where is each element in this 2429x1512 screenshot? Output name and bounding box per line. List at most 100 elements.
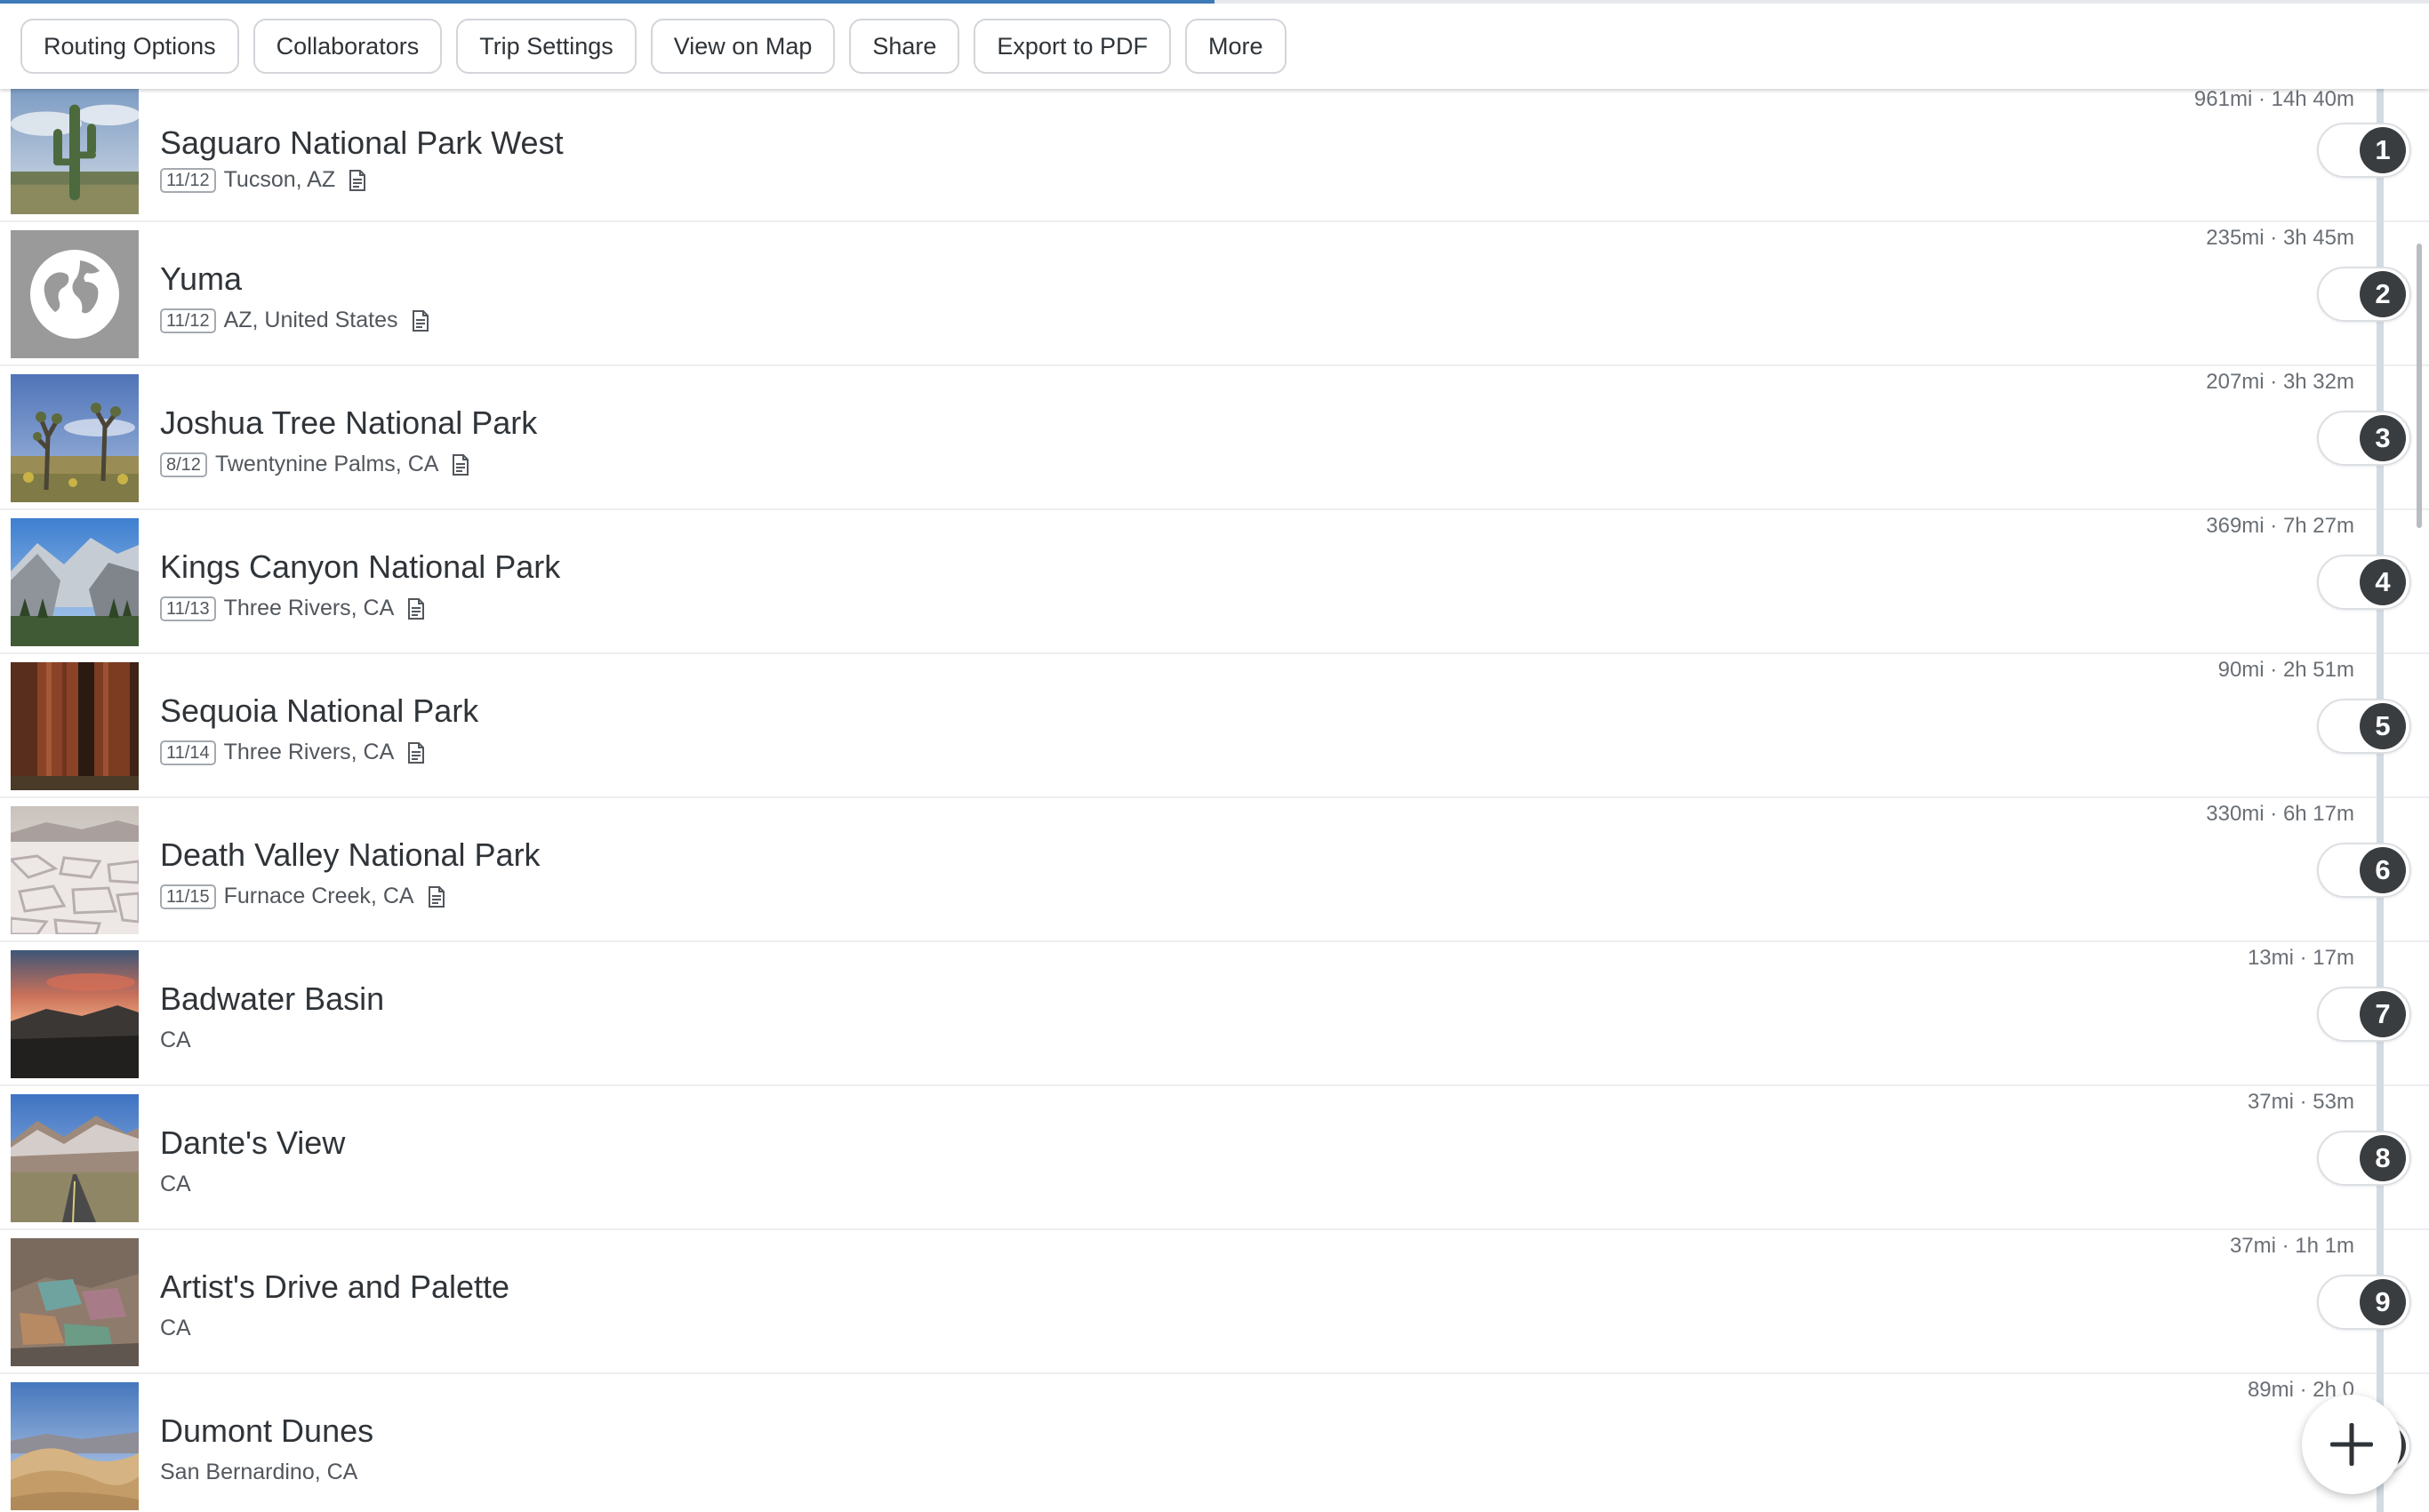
stop-number-badge: 6 bbox=[2360, 847, 2406, 893]
stop-list: Saguaro National Park West 11/12 Tucson, A… bbox=[0, 87, 2429, 1512]
stop-row[interactable]: Dante's View CA 37mi · 53m 8 bbox=[0, 1086, 2429, 1230]
stop-location: Three Rivers, CA bbox=[223, 596, 395, 620]
leg-distance: 37mi · 1h 1m bbox=[2229, 1234, 2354, 1258]
stop-location: Twentynine Palms, CA bbox=[214, 452, 439, 476]
view-on-map-button[interactable]: View on Map bbox=[650, 19, 836, 74]
stop-row[interactable]: Joshua Tree National Park 8/12 Twentynine … bbox=[0, 366, 2429, 510]
stop-photo bbox=[11, 1382, 139, 1510]
stop-meta: 11/12 Tucson, AZ bbox=[160, 167, 366, 193]
stop-row[interactable]: Yuma 11/12 AZ, United States 235mi · 3h 45… bbox=[0, 222, 2429, 366]
date-badge: 11/13 bbox=[160, 596, 216, 621]
stop-number-badge: 8 bbox=[2360, 1135, 2406, 1181]
stop-photo bbox=[11, 374, 139, 502]
stop-name[interactable]: Death Valley National Park bbox=[160, 836, 541, 874]
stop-order-handle[interactable]: 3 bbox=[2317, 411, 2411, 466]
note-icon[interactable] bbox=[407, 597, 425, 620]
leg-distance: 961mi · 14h 40m bbox=[2193, 87, 2354, 111]
stop-meta: San Bernardino, CA bbox=[160, 1460, 357, 1485]
export-to-pdf-button[interactable]: Export to PDF bbox=[974, 19, 1171, 74]
stop-photo bbox=[11, 89, 139, 214]
leg-distance: 330mi · 6h 17m bbox=[2206, 802, 2354, 826]
date-badge: 11/15 bbox=[160, 884, 216, 909]
stop-number-badge: 9 bbox=[2360, 1279, 2406, 1325]
stop-meta: 11/12 AZ, United States bbox=[160, 308, 429, 333]
trip-toolbar: Routing Options Collaborators Trip Setti… bbox=[0, 4, 2429, 89]
stop-order-handle[interactable]: 9 bbox=[2317, 1275, 2411, 1330]
stop-row[interactable]: Death Valley National Park 11/15 Furnace C… bbox=[0, 798, 2429, 942]
stop-photo bbox=[11, 1238, 139, 1366]
globe-icon bbox=[11, 230, 139, 358]
stop-meta: CA bbox=[160, 1028, 191, 1053]
trip-settings-button[interactable]: Trip Settings bbox=[456, 19, 637, 74]
leg-distance: 369mi · 7h 27m bbox=[2206, 514, 2354, 538]
stop-location: Tucson, AZ bbox=[223, 167, 336, 192]
leg-distance: 235mi · 3h 45m bbox=[2206, 226, 2354, 250]
stop-order-handle[interactable]: 5 bbox=[2317, 699, 2411, 754]
stop-row[interactable]: Artist's Drive and Palette CA 37mi · 1h 1m… bbox=[0, 1230, 2429, 1374]
stop-name[interactable]: Kings Canyon National Park bbox=[160, 548, 560, 586]
stop-photo bbox=[11, 1094, 139, 1222]
stop-meta: 11/13 Three Rivers, CA bbox=[160, 596, 425, 621]
loading-progress-fill bbox=[0, 0, 1214, 4]
stop-name[interactable]: Joshua Tree National Park bbox=[160, 404, 537, 442]
routing-options-button[interactable]: Routing Options bbox=[20, 19, 239, 74]
stop-order-handle[interactable]: 2 bbox=[2317, 267, 2411, 322]
stop-name[interactable]: Dante's View bbox=[160, 1124, 345, 1162]
stop-location: Furnace Creek, CA bbox=[223, 884, 414, 908]
stop-meta: CA bbox=[160, 1316, 191, 1341]
trip-planner-page: Routing Options Collaborators Trip Setti… bbox=[0, 0, 2429, 1512]
stop-name[interactable]: Yuma bbox=[160, 260, 242, 298]
stop-order-handle[interactable]: 7 bbox=[2317, 987, 2411, 1042]
stop-location: CA bbox=[160, 1028, 191, 1052]
stop-order-handle[interactable]: 4 bbox=[2317, 555, 2411, 610]
stop-row[interactable]: Kings Canyon National Park 11/13 Three Riv… bbox=[0, 510, 2429, 654]
stop-order-handle[interactable]: 6 bbox=[2317, 843, 2411, 898]
stop-number-badge: 4 bbox=[2360, 559, 2406, 605]
stop-location: CA bbox=[160, 1316, 191, 1340]
stop-meta: 11/14 Three Rivers, CA bbox=[160, 740, 425, 765]
stop-name[interactable]: Sequoia National Park bbox=[160, 692, 478, 730]
note-icon[interactable] bbox=[349, 169, 366, 191]
stop-name[interactable]: Artist's Drive and Palette bbox=[160, 1268, 509, 1306]
stop-row[interactable]: Dumont Dunes San Bernardino, CA 89mi · 2h … bbox=[0, 1374, 2429, 1512]
stop-row[interactable]: Badwater Basin CA 13mi · 17m 7 bbox=[0, 942, 2429, 1086]
more-button[interactable]: More bbox=[1184, 19, 1287, 74]
add-stop-button[interactable] bbox=[2302, 1395, 2401, 1494]
leg-distance: 37mi · 53m bbox=[2247, 1090, 2354, 1114]
scrollbar-thumb[interactable] bbox=[2417, 244, 2422, 528]
stop-row[interactable]: Sequoia National Park 11/14 Three Rivers, … bbox=[0, 654, 2429, 798]
plus-icon bbox=[2330, 1423, 2373, 1466]
stop-number-badge: 5 bbox=[2360, 703, 2406, 749]
stop-photo bbox=[11, 518, 139, 646]
note-icon[interactable] bbox=[452, 453, 469, 476]
stop-location: AZ, United States bbox=[223, 308, 398, 332]
stop-order-handle[interactable]: 1 bbox=[2317, 123, 2411, 178]
stop-name[interactable]: Badwater Basin bbox=[160, 980, 384, 1018]
note-icon[interactable] bbox=[407, 741, 425, 764]
stop-order-handle[interactable]: 8 bbox=[2317, 1131, 2411, 1186]
stop-photo bbox=[11, 806, 139, 934]
date-badge: 11/12 bbox=[160, 308, 216, 333]
stop-name[interactable]: Saguaro National Park West bbox=[160, 124, 564, 162]
stop-row[interactable]: Saguaro National Park West 11/12 Tucson, A… bbox=[0, 87, 2429, 222]
stop-location: CA bbox=[160, 1172, 191, 1196]
stop-number-badge: 1 bbox=[2360, 127, 2406, 173]
stop-meta: 11/15 Furnace Creek, CA bbox=[160, 884, 445, 909]
stop-number-badge: 7 bbox=[2360, 991, 2406, 1037]
collaborators-button[interactable]: Collaborators bbox=[253, 19, 443, 74]
note-icon[interactable] bbox=[428, 885, 445, 908]
stop-name[interactable]: Dumont Dunes bbox=[160, 1412, 373, 1450]
stop-meta: CA bbox=[160, 1172, 191, 1197]
date-badge: 8/12 bbox=[160, 452, 207, 477]
share-button[interactable]: Share bbox=[849, 19, 960, 74]
leg-distance: 90mi · 2h 51m bbox=[2217, 658, 2354, 682]
loading-progress-bar bbox=[0, 0, 2429, 4]
stop-number-badge: 3 bbox=[2360, 415, 2406, 461]
stop-location: Three Rivers, CA bbox=[223, 740, 395, 764]
note-icon[interactable] bbox=[412, 309, 429, 332]
stop-location: San Bernardino, CA bbox=[160, 1460, 358, 1484]
date-badge: 11/14 bbox=[160, 740, 216, 765]
leg-distance: 13mi · 17m bbox=[2247, 946, 2354, 970]
stop-meta: 8/12 Twentynine Palms, CA bbox=[160, 452, 469, 477]
stop-number-badge: 2 bbox=[2360, 271, 2406, 317]
